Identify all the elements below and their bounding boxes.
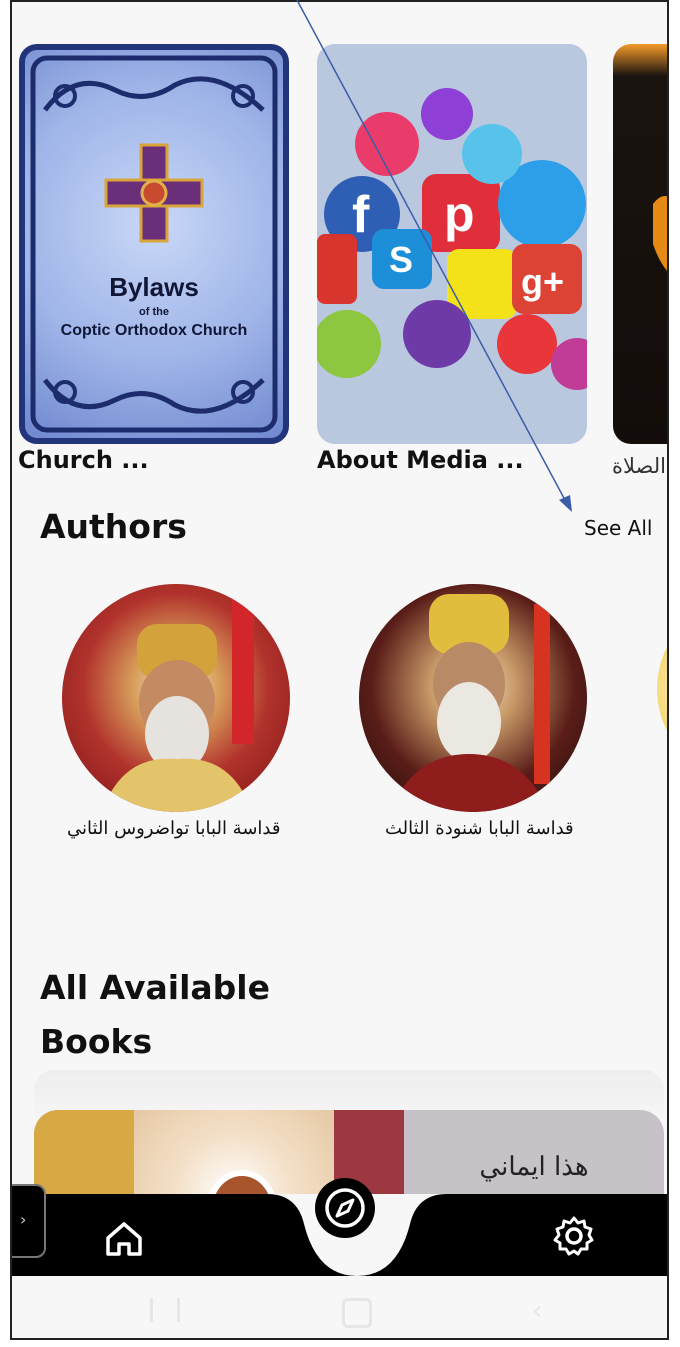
recent-apps-icon[interactable] — [150, 1298, 180, 1322]
svg-text:g+: g+ — [521, 261, 564, 302]
back-icon[interactable]: ‹ — [532, 1296, 542, 1326]
side-drawer-handle[interactable]: › — [12, 1184, 46, 1258]
prayer-cover-figure — [653, 196, 667, 271]
book-title-church: Church ... — [18, 446, 149, 474]
author-avatar-shenouda[interactable] — [359, 584, 587, 812]
cover-organization: Coptic Orthodox Church — [60, 322, 248, 339]
home-nav-button[interactable] — [102, 1216, 146, 1260]
cover-title: Bylaws — [109, 272, 199, 302]
all-books-heading-line1: All Available — [40, 968, 271, 1007]
see-all-authors-link[interactable]: See All — [584, 516, 652, 540]
coptic-cross-icon — [104, 143, 204, 243]
gear-icon — [553, 1216, 594, 1256]
all-books-heading-line2: Books — [40, 1022, 153, 1061]
svg-text:S: S — [389, 239, 413, 280]
author-avatar-tawadros[interactable] — [62, 584, 290, 812]
social-media-icons-cover: f p S g+ — [317, 88, 587, 390]
book-title-media: About Media ... — [317, 446, 524, 474]
author-portrait — [389, 594, 550, 812]
bottom-navigation-bar — [12, 1178, 667, 1276]
system-navigation-bar: ‹ — [12, 1276, 667, 1338]
featured-book-title: هذا ايماني — [479, 1152, 589, 1182]
home-icon — [106, 1222, 142, 1256]
cover-ornament — [30, 55, 278, 433]
compass-icon — [325, 1188, 365, 1228]
author-name-shenouda: قداسة البابا شنودة الثالث — [385, 818, 574, 839]
book-card-about-media[interactable]: f p S g+ — [317, 44, 587, 444]
book-card-church-bylaws[interactable]: Bylaws of the Coptic Orthodox Church — [19, 44, 289, 444]
book-card-prayer[interactable] — [613, 44, 667, 444]
authors-heading: Authors — [40, 507, 187, 546]
book-title-prayer: الصلاة — [612, 454, 666, 478]
author-avatar-partial[interactable] — [657, 614, 667, 764]
settings-nav-button[interactable] — [552, 1214, 596, 1258]
svg-text:f: f — [352, 186, 370, 244]
svg-text:p: p — [444, 186, 475, 242]
app-screen: Bylaws of the Coptic Orthodox Church f p… — [10, 0, 669, 1340]
system-home-icon[interactable] — [342, 1298, 372, 1328]
author-portrait — [102, 594, 254, 812]
cover-subtitle: of the — [139, 306, 169, 318]
explore-nav-button[interactable] — [315, 1178, 375, 1238]
chevron-right-icon: › — [20, 1210, 27, 1229]
author-name-tawadros: قداسة البابا تواضروس الثاني — [67, 818, 281, 839]
